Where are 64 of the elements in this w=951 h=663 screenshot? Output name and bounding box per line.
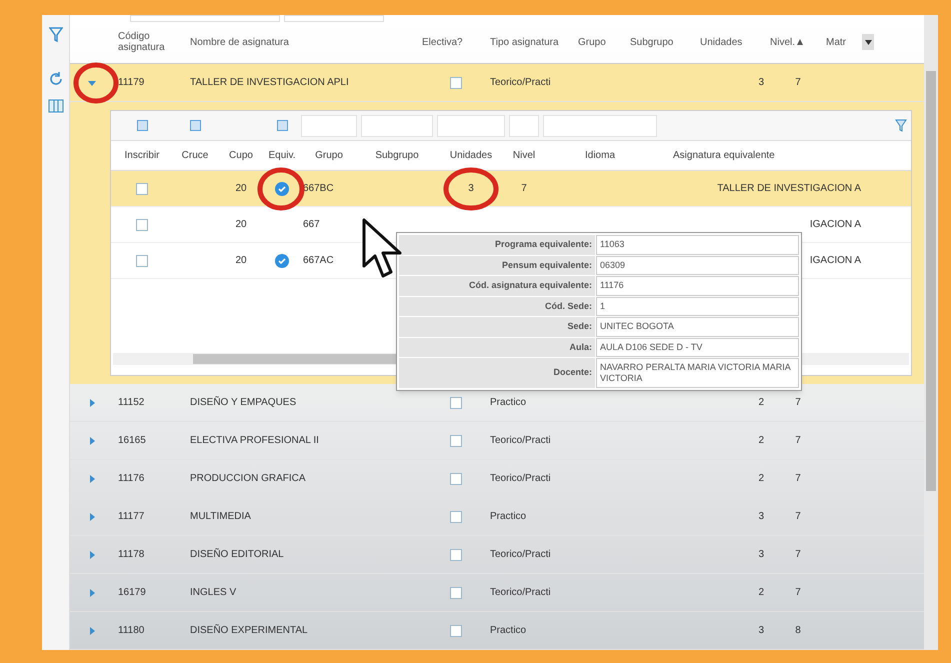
table-cell-text: 7 (795, 76, 801, 90)
tooltip-value: 11063 (596, 235, 799, 254)
table-cell-text: 11178 (118, 548, 144, 562)
table-cell-text: 7 (795, 586, 801, 600)
table-cell-text: TALLER DE INVESTIGACION APLI (190, 76, 349, 90)
table-cell-text: 11179 (118, 76, 144, 90)
table-cell-text: Teorico/Practi (490, 548, 551, 562)
tooltip-value: 11176 (596, 276, 799, 296)
table-cell-text: 3 (468, 182, 474, 196)
table-cell-text: 2 (758, 586, 764, 600)
table-cell-text: 3 (758, 624, 764, 638)
tooltip-value: NAVARRO PERALTA MARIA VICTORIA MARIA VICTORIA (596, 358, 799, 388)
table-cell-text: TALLER DE INVESTIGACION A (717, 182, 861, 196)
table-cell-text: 16165 (118, 434, 146, 448)
table-cell-text: 11177 (118, 510, 144, 524)
table-cell-text: IGACION A (810, 254, 861, 268)
table-cell-text: 7 (795, 396, 801, 410)
table-cell-text: 3 (758, 510, 764, 524)
tooltip-label: Docente: (399, 358, 595, 388)
table-cell-text: 2 (758, 472, 764, 486)
table-cell-text: 7 (521, 182, 527, 196)
tooltip-value: 1 (596, 296, 799, 316)
table-cell-text: 3 (758, 76, 764, 90)
table-cell-text: 11180 (118, 624, 144, 638)
table-cell-text: ELECTIVA PROFESIONAL II (190, 434, 319, 448)
table-cell-text: Teorico/Practi (490, 434, 551, 448)
tooltip-label: Cód. Sede: (399, 296, 595, 316)
tooltip-value: 06309 (596, 256, 799, 275)
table-cell-text: Teorico/Practi (490, 472, 551, 486)
table-cell-text: 16179 (118, 586, 146, 600)
table-cell: DISEÑO EDITORIAL (190, 547, 284, 562)
table-cell-text: 2 (758, 396, 764, 410)
table-cell-text: 20 (235, 218, 247, 232)
table-cell-text: Teorico/Practi (490, 586, 551, 600)
table-cell-text: PRODUCCION GRAFICA (190, 472, 306, 486)
table-cell-text: MULTIMEDIA (190, 510, 251, 524)
tooltip-label: Sede: (399, 317, 595, 336)
table-cell-text: 8 (795, 624, 801, 638)
table-cell-text: 7 (795, 434, 801, 448)
tooltip-label: Aula: (399, 338, 595, 357)
table-cell-text: 20 (235, 254, 247, 268)
table-cell-text: 7 (795, 510, 801, 524)
table-cell-text: 2 (758, 434, 764, 448)
table-cell-text: Practico (490, 624, 526, 638)
table-cell: DISEÑO Y EMPAQUES (190, 395, 296, 410)
tooltip-label: Programa equivalente: (399, 235, 595, 254)
table-cell-text: 11152 (118, 396, 144, 410)
table-cell-text: Practico (490, 510, 526, 524)
table-cell: DISEÑO EXPERIMENTAL (190, 623, 308, 638)
table-cell-text: 7 (795, 548, 801, 562)
tooltip-label: Cód. asignatura equivalente: (399, 276, 595, 296)
table-cell-text: INGLES V (190, 586, 236, 600)
table-cell-text: Teorico/Practi (490, 76, 551, 90)
tooltip-label: Pensum equivalente: (399, 256, 595, 275)
tooltip-value: AULA D106 SEDE D - TV (596, 338, 799, 357)
table-cell-text: IGACION A (810, 218, 861, 232)
table-cell-text: 667AC (303, 254, 334, 268)
table-cell-text: 11176 (118, 472, 144, 486)
table-cell-text: 3 (758, 548, 764, 562)
table-cell-text: 667 (303, 218, 320, 232)
table-cell-text: 20 (235, 182, 247, 196)
table-cell-text: 7 (795, 472, 801, 486)
tooltip-value: UNITEC BOGOTA (596, 317, 799, 336)
table-cell-text: Practico (490, 396, 526, 410)
